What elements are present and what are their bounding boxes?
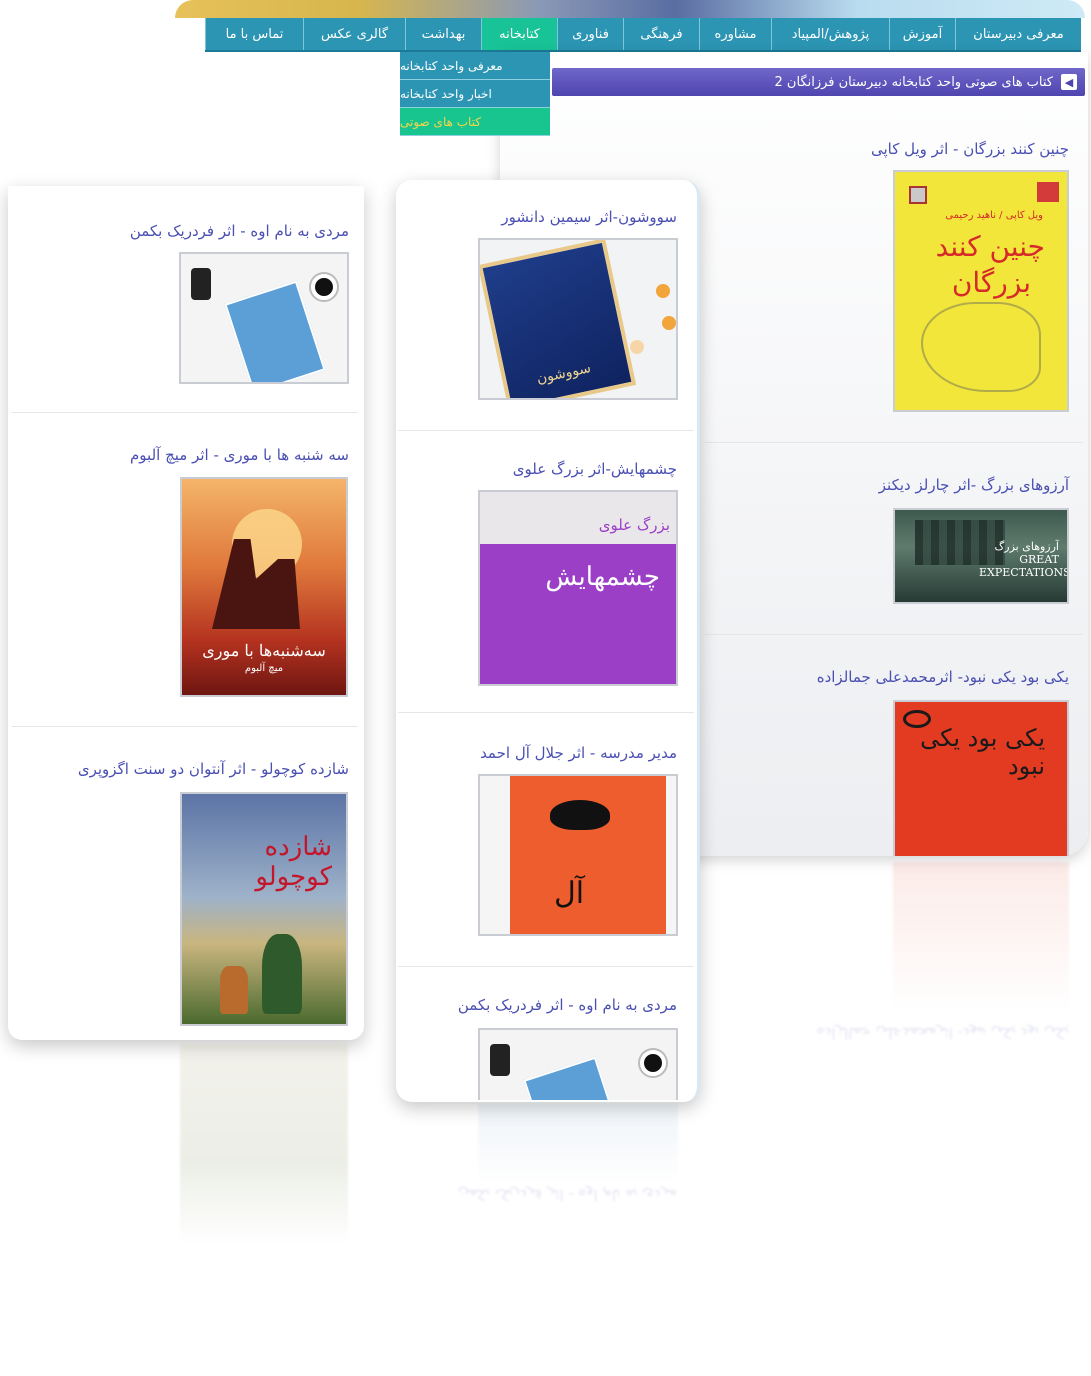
book-cover-modir-madrese[interactable]: آل <box>478 774 678 936</box>
book-title[interactable]: چشمهایش-اثر بزرگ علوی <box>513 460 677 478</box>
nav-item-contact[interactable]: تماس با ما <box>205 18 303 50</box>
reflection-middle <box>478 1104 678 1184</box>
book-title[interactable]: سه شنبه ها با موری - اثر میچ آلبوم <box>130 446 349 464</box>
library-dropdown-menu: معرفی واحد کتابخانه اخبار واحد کتابخانه … <box>400 52 550 136</box>
book-cover-yeki-bud[interactable]: یکی بود یکی نبود <box>893 700 1069 856</box>
book-cover-suvashun[interactable]: سووشون <box>478 238 678 400</box>
header-banner <box>175 0 1085 18</box>
cup-illustration <box>640 1050 666 1076</box>
book-cover-great-expectations[interactable]: آرزوهای بزرگ GREAT EXPECTATIONS <box>893 508 1069 604</box>
cover-title: آل <box>554 876 585 911</box>
divider <box>705 442 1083 443</box>
dropdown-item-audio-books[interactable]: کتاب های صوتی <box>400 108 550 136</box>
cover-title: آرزوهای بزرگ GREAT EXPECTATIONS <box>979 540 1069 579</box>
book-cover-mardi-be-name-ove[interactable] <box>179 252 349 384</box>
flower-decoration <box>662 316 676 330</box>
nav-item-health[interactable]: بهداشت <box>405 18 481 50</box>
book-title[interactable]: چنین کنند بزرگان - اثر ویل کاپی <box>871 140 1069 158</box>
cover-illustration <box>550 800 610 830</box>
main-nav: معرفی دبیرستان آموزش پژوهش/المپیاد مشاور… <box>205 18 1081 52</box>
divider <box>398 430 694 431</box>
nav-item-education[interactable]: آموزش <box>889 18 955 50</box>
cover-title: یکی بود یکی نبود <box>920 724 1045 780</box>
divider <box>398 966 694 967</box>
book-cover-chenin-konand[interactable]: ویل کاپی / ناهید رحیمی چنین کنند بزرگان <box>893 170 1069 412</box>
book-title[interactable]: سووشون-اثر سیمین دانشور <box>501 208 677 226</box>
book-title[interactable]: یکی بود یکی نبود- اثرمحمدعلی جمالزاده <box>817 668 1069 686</box>
cover-illustration <box>921 302 1041 392</box>
flower-decoration <box>656 284 670 298</box>
book-cover-seshanbe-ha-ba-mori[interactable]: سه‌شنبه‌ها با موری میچ آلبوم <box>180 477 348 697</box>
page-header: کتاب های صوتی واحد کتابخانه دبیرستان فرز… <box>552 68 1085 96</box>
cup-illustration <box>311 274 337 300</box>
divider <box>705 634 1083 635</box>
cover-title: چشمهایش <box>545 562 660 592</box>
nav-item-culture[interactable]: فرهنگی <box>623 18 699 50</box>
cover-illustration: سووشون <box>480 240 637 398</box>
nav-item-counseling[interactable]: مشاوره <box>699 18 771 50</box>
cover-illustration <box>224 280 326 382</box>
nav-item-technology[interactable]: فناوری <box>557 18 623 50</box>
nav-item-research[interactable]: پژوهش/المپیاد <box>771 18 889 50</box>
arrow-left-icon: ◀ <box>1061 74 1077 90</box>
book-cover-mardi-be-name-ove[interactable] <box>478 1028 678 1100</box>
divider <box>12 726 358 727</box>
publisher-logo <box>1037 182 1059 202</box>
cover-title: سووشون <box>535 360 593 388</box>
cover-author: میچ آلبوم <box>244 663 284 674</box>
reflection-middle-title: مردی به نام اوه - اثر فردریک بکمن <box>457 1186 677 1204</box>
dropdown-item-library-news[interactable]: اخبار واحد کتابخانه <box>400 80 550 108</box>
book-title[interactable]: مردی به نام اوه - اثر فردریک بکمن <box>458 996 677 1014</box>
cover-illustration <box>523 1056 625 1100</box>
book-title[interactable]: مدیر مدرسه - اثر جلال آل احمد <box>480 744 677 762</box>
nav-item-library[interactable]: کتابخانه <box>481 18 557 50</box>
divider <box>398 712 694 713</box>
cover-subtitle: ویل کاپی / ناهید رحیمی <box>945 210 1043 221</box>
phone-illustration <box>490 1044 510 1076</box>
nav-item-gallery[interactable]: گالری عکس <box>303 18 405 50</box>
page-title: کتاب های صوتی واحد کتابخانه دبیرستان فرز… <box>774 74 1053 90</box>
divider <box>12 412 358 413</box>
badge-icon <box>909 186 927 204</box>
dropdown-item-library-intro[interactable]: معرفی واحد کتابخانه <box>400 52 550 80</box>
prince-illustration <box>262 934 302 1014</box>
cover-title: سه‌شنبه‌ها با موری <box>202 641 326 660</box>
cover-author: بزرگ علوی <box>598 516 670 534</box>
phone-illustration <box>191 268 211 300</box>
reflection-right-title: یکی بود یکی نبود- اثرمحمدعلی جمالزاده <box>816 1024 1069 1042</box>
cover-title-2: بزرگان <box>951 266 1031 299</box>
nav-item-about[interactable]: معرفی دبیرستان <box>955 18 1081 50</box>
fox-illustration <box>220 966 248 1014</box>
cover-title: شازده کوچولو <box>255 832 332 892</box>
book-title[interactable]: مردی به نام اوه - اثر فردریک بکمن <box>130 222 349 240</box>
reflection-right <box>893 862 1069 1012</box>
flower-decoration <box>630 340 644 354</box>
cover-title: چنین کنند <box>935 230 1045 263</box>
book-cover-chashmhayash[interactable]: بزرگ علوی چشمهایش <box>478 490 678 686</box>
book-title[interactable]: آرزوهای بزرگ -اثر چارلز دیکنز <box>879 476 1069 494</box>
book-title[interactable]: شازده کوچولو - اثر آنتوان دو سنت اگزوپری <box>78 760 349 778</box>
reflection-left <box>180 1044 348 1244</box>
book-cover-shazde-kuchulu[interactable]: شازده کوچولو <box>180 792 348 1026</box>
